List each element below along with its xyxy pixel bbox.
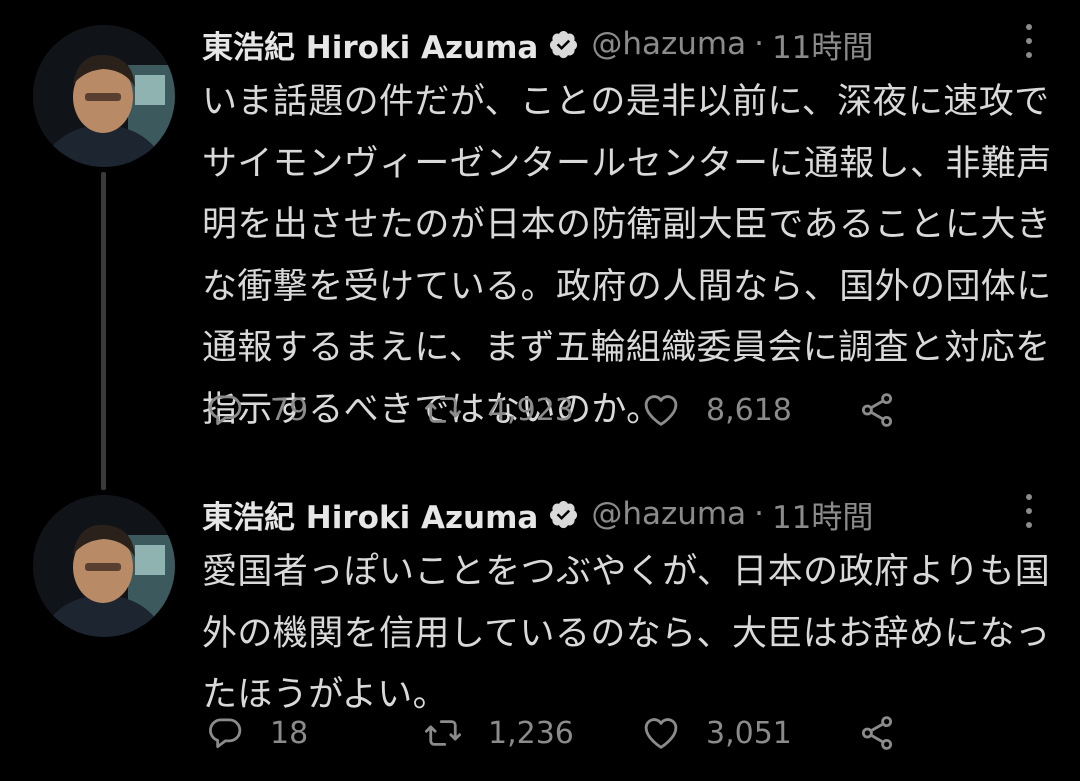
verified-badge-icon bbox=[548, 29, 579, 60]
timestamp[interactable]: 11時間 bbox=[772, 22, 873, 67]
tweet-text: いま話題の件だが、ことの是非以前に、深夜に速攻で サイモンヴィーゼンタールセンタ… bbox=[202, 82, 1052, 430]
handle[interactable]: @hazuma bbox=[591, 26, 746, 62]
reply-count: 18 bbox=[270, 715, 309, 751]
reply-button[interactable]: 18 bbox=[204, 711, 308, 755]
handle[interactable]: @hazuma bbox=[591, 496, 746, 532]
reply-bubble-icon bbox=[209, 395, 242, 426]
share-icon bbox=[861, 716, 893, 750]
like-count: 3,051 bbox=[706, 715, 792, 751]
reply-count: 79 bbox=[270, 392, 309, 428]
display-name[interactable]: 東浩紀 Hiroki Azuma bbox=[202, 492, 538, 537]
like-button[interactable]: 3,051 bbox=[640, 711, 792, 755]
more-vertical-icon[interactable] bbox=[1022, 24, 1036, 58]
heart-icon bbox=[644, 395, 678, 426]
display-name[interactable]: 東浩紀 Hiroki Azuma bbox=[202, 22, 538, 67]
timestamp[interactable]: 11時間 bbox=[772, 492, 873, 537]
reply-bubble-icon bbox=[209, 718, 242, 749]
like-count: 8,618 bbox=[706, 392, 792, 428]
tweet-thread: 東浩紀 Hiroki Azuma @hazuma · 11時間 いま話題の件だが… bbox=[0, 0, 1080, 781]
thread-connector-line bbox=[101, 172, 106, 490]
tweet-header: 東浩紀 Hiroki Azuma @hazuma · 11時間 bbox=[202, 22, 873, 66]
share-button[interactable] bbox=[856, 388, 898, 432]
share-button[interactable] bbox=[856, 711, 898, 755]
retweet-button[interactable]: 1,236 bbox=[422, 711, 574, 755]
separator: · bbox=[754, 26, 764, 62]
separator: · bbox=[754, 496, 764, 532]
reply-button[interactable]: 79 bbox=[204, 388, 308, 432]
retweet-icon bbox=[424, 397, 462, 423]
heart-icon bbox=[644, 718, 678, 749]
more-vertical-icon[interactable] bbox=[1022, 494, 1036, 528]
retweet-icon bbox=[424, 720, 462, 746]
tweet[interactable]: 東浩紀 Hiroki Azuma @hazuma · 11時間 いま話題の件だが… bbox=[0, 0, 1080, 490]
tweet-text: 愛国者っぽいことをつぶやくが、日本の政府よりも国 外の機関を信用しているのなら、… bbox=[202, 552, 1051, 715]
avatar[interactable] bbox=[33, 495, 175, 637]
retweet-count: 4,923 bbox=[488, 392, 574, 428]
retweet-count: 1,236 bbox=[488, 715, 574, 751]
avatar[interactable] bbox=[33, 25, 175, 167]
verified-badge-icon bbox=[548, 499, 579, 530]
tweet-header: 東浩紀 Hiroki Azuma @hazuma · 11時間 bbox=[202, 492, 873, 536]
share-icon bbox=[861, 393, 893, 427]
tweet[interactable]: 東浩紀 Hiroki Azuma @hazuma · 11時間 愛国者っぽいこと… bbox=[0, 470, 1080, 781]
retweet-button[interactable]: 4,923 bbox=[422, 388, 574, 432]
like-button[interactable]: 8,618 bbox=[640, 388, 792, 432]
